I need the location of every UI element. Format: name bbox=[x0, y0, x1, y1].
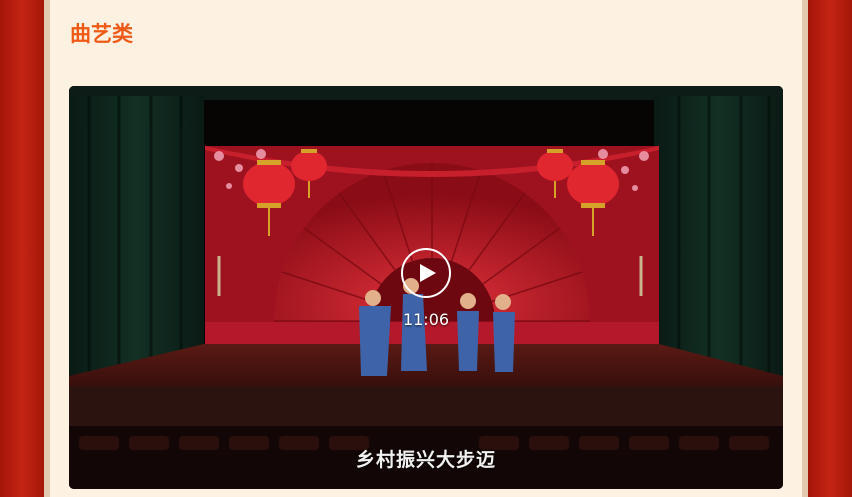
content-panel: 曲艺类 11:06 乡村振兴大步迈 bbox=[50, 0, 802, 497]
play-icon bbox=[420, 264, 436, 282]
right-inner-border bbox=[802, 0, 808, 497]
section-title: 曲艺类 bbox=[70, 22, 133, 46]
video-caption: 乡村振兴大步迈 bbox=[355, 449, 496, 471]
left-red-border bbox=[0, 0, 44, 497]
play-button[interactable] bbox=[401, 248, 451, 298]
video-player[interactable]: 11:06 乡村振兴大步迈 bbox=[69, 86, 783, 489]
video-duration: 11:06 bbox=[402, 310, 450, 329]
right-red-border bbox=[808, 0, 852, 497]
